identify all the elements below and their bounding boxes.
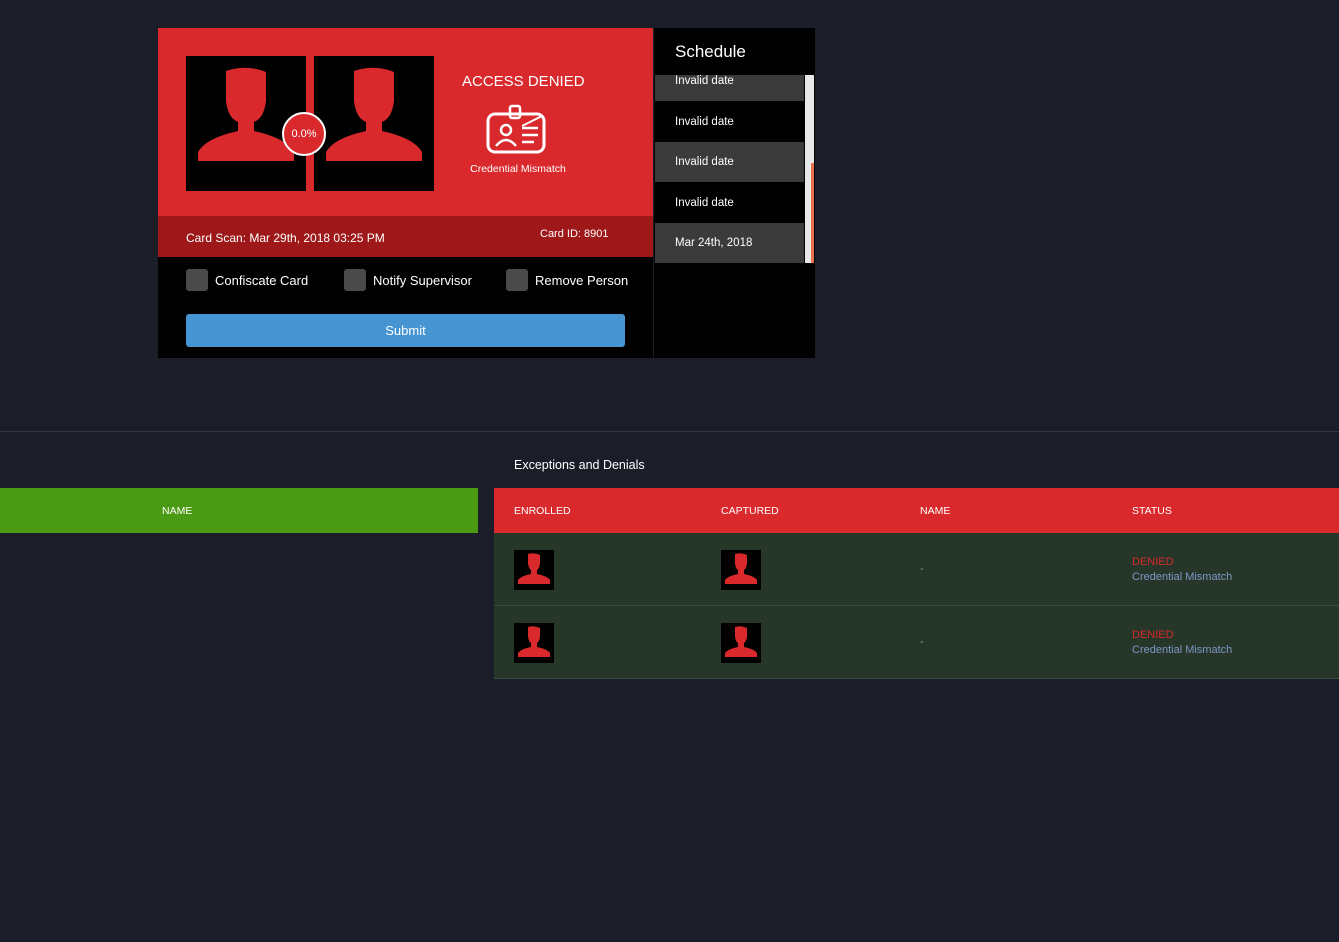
checkbox-label: Remove Person <box>535 272 629 288</box>
schedule-scrollbar[interactable] <box>805 75 814 263</box>
captured-thumbnail[interactable] <box>721 550 761 590</box>
checkbox-icon[interactable] <box>344 269 366 291</box>
schedule-item[interactable]: Mar 24th, 2018 <box>655 223 804 263</box>
access-card-header: 0.0% ACCESS DENIED Credential Mismatch <box>158 28 653 216</box>
schedule-panel: Schedule Invalid date Invalid date Inval… <box>654 28 815 358</box>
schedule-list[interactable]: Invalid date Invalid date Invalid date I… <box>655 75 804 263</box>
person-silhouette-icon <box>725 626 757 657</box>
section-divider <box>0 431 1339 432</box>
column-header-enrolled[interactable]: ENROLLED <box>514 505 571 517</box>
checkbox-icon[interactable] <box>186 269 208 291</box>
credential-reason: Credential Mismatch <box>470 163 566 175</box>
exceptions-table-header: ENROLLED CAPTURED NAME STATUS <box>494 488 1339 533</box>
left-table-header: NAME <box>0 488 478 533</box>
status-badge: DENIED <box>1132 556 1174 568</box>
column-header-status[interactable]: STATUS <box>1132 505 1172 517</box>
id-badge-icon <box>484 104 550 163</box>
checkbox-label: Confiscate Card <box>215 272 309 288</box>
table-row[interactable]: - DENIED Credential Mismatch <box>494 606 1339 679</box>
remove-person-checkbox[interactable]: Remove Person <box>506 269 628 291</box>
notify-supervisor-checkbox[interactable]: Notify Supervisor <box>344 269 472 291</box>
column-header-name[interactable]: NAME <box>162 505 192 517</box>
confiscate-card-checkbox[interactable]: Confiscate Card <box>186 269 308 291</box>
submit-button[interactable]: Submit <box>186 314 625 347</box>
row-name: - <box>920 563 924 575</box>
person-silhouette-icon <box>326 67 422 161</box>
person-silhouette-icon <box>518 553 550 584</box>
checkbox-icon[interactable] <box>506 269 528 291</box>
enrolled-thumbnail[interactable] <box>514 623 554 663</box>
schedule-title: Schedule <box>675 42 746 61</box>
card-scan-time: Card Scan: Mar 29th, 2018 03:25 PM <box>186 231 385 245</box>
card-actions: Confiscate Card Notify Supervisor Remove… <box>158 257 653 358</box>
captured-thumbnail[interactable] <box>721 623 761 663</box>
table-row[interactable]: - DENIED Credential Mismatch <box>494 533 1339 606</box>
match-score: 0.0% <box>291 128 317 140</box>
checkbox-label: Notify Supervisor <box>373 272 472 288</box>
match-score-badge: 0.0% <box>282 112 326 156</box>
schedule-item[interactable]: Invalid date <box>655 102 804 142</box>
card-scan-bar: Card Scan: Mar 29th, 2018 03:25 PM Card … <box>158 216 653 257</box>
schedule-item[interactable]: Invalid date <box>655 142 804 182</box>
card-id: Card ID: 8901 <box>540 228 609 240</box>
captured-photo <box>314 56 434 191</box>
enrolled-thumbnail[interactable] <box>514 550 554 590</box>
row-name: - <box>920 636 924 648</box>
schedule-item[interactable]: Invalid date <box>655 75 804 101</box>
access-status-title: ACCESS DENIED <box>462 73 585 90</box>
person-silhouette-icon <box>518 626 550 657</box>
person-silhouette-icon <box>725 553 757 584</box>
column-header-name[interactable]: NAME <box>920 505 950 517</box>
status-reason: Credential Mismatch <box>1132 571 1233 583</box>
scrollbar-thumb[interactable] <box>811 163 814 263</box>
column-header-captured[interactable]: CAPTURED <box>721 505 779 517</box>
exceptions-title: Exceptions and Denials <box>514 458 645 472</box>
status-reason: Credential Mismatch <box>1132 644 1233 656</box>
status-badge: DENIED <box>1132 629 1174 641</box>
schedule-item[interactable]: Invalid date <box>655 183 804 223</box>
